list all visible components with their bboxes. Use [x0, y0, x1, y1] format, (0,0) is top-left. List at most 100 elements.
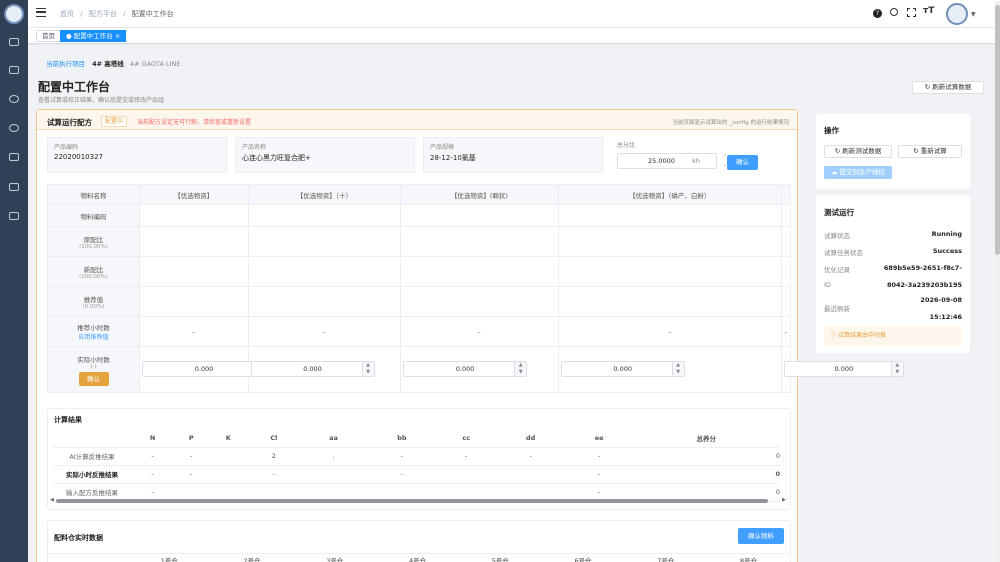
results-cell [209, 447, 248, 466]
fullscreen-icon[interactable] [907, 8, 916, 17]
avatar[interactable] [946, 3, 968, 25]
recalc-button[interactable]: ↻ 重新试算 [898, 145, 962, 158]
results-header: K [209, 429, 248, 448]
breadcrumb: 首页 / 配方平台 / 配置中工作台 [60, 10, 174, 18]
page-scrollbar-thumb[interactable] [995, 5, 1000, 255]
col-name-4: 【优选物资】（磷产，白粉） [557, 184, 782, 205]
material-code-cell [247, 204, 402, 227]
tab-home[interactable]: 首页 [36, 30, 61, 42]
actual-hours-cell: 0.000▲▼ [780, 346, 904, 393]
silo-header: 8号仓 [740, 557, 758, 562]
document-icon[interactable] [9, 66, 19, 74]
page-subtitle: 查看试算或校正结果，确认后提交或修改产品组 [38, 97, 165, 104]
apply-reco-link[interactable]: 应用推荐值 [48, 332, 139, 341]
logo[interactable] [4, 4, 24, 24]
row-label-recommended: 推荐值 (0.00%) [47, 286, 140, 317]
table-icon[interactable] [9, 183, 19, 191]
silo-header: 7号仓 [657, 557, 675, 562]
results-header: ee [565, 429, 633, 448]
actual-hours-input[interactable]: 0.000▲▼ [403, 361, 528, 377]
menu-toggle-icon[interactable] [36, 8, 46, 17]
actual-hours-cell: 0.000▲▼ [247, 346, 402, 393]
row-label-new-ratio: 新配比 (100.00%) [47, 256, 140, 287]
reco-hours-cell: - [139, 316, 249, 347]
scroll-right-icon[interactable]: ▶ [782, 497, 786, 503]
tab-workbench[interactable]: ● 配置中工作台 × [60, 30, 127, 42]
scroll-left-icon[interactable]: ◀ [50, 497, 54, 503]
refresh-button[interactable]: ↻ 刷新试算数据 [912, 81, 984, 94]
monitor-icon[interactable] [9, 153, 19, 161]
close-icon[interactable]: × [115, 32, 120, 40]
total-input[interactable]: 25.0000 kh [617, 153, 717, 169]
gear-icon[interactable] [9, 124, 19, 132]
col-name-2: 【优选物资】（十） [247, 184, 402, 205]
silo-header-row: 1号仓 2号仓 3号仓 4号仓 5号仓 6号仓 7号仓 8号仓 [48, 553, 790, 562]
results-header: P [173, 429, 210, 448]
product-name-value: 心连心黑力旺复合肥+ [242, 154, 311, 162]
col-name-1: 【优选物资】 [139, 184, 249, 205]
reco-hours-cell: - [247, 316, 402, 347]
results-title: 计算结果 [54, 416, 82, 424]
ops-title: 操作 [824, 126, 839, 135]
project-label: 当前执行项目 [46, 60, 85, 68]
results-panel: 计算结果 N P K Cl aa bb cc dd ee 总养分 AI计算反推结… [47, 408, 791, 510]
results-cell: - [565, 465, 633, 484]
actual-hours-input[interactable]: 0.000▲▼ [783, 361, 904, 377]
ratio-cell [400, 226, 559, 257]
reco-cell [247, 286, 402, 317]
ratio-cell [780, 256, 792, 287]
results-cell: 2 [247, 447, 301, 466]
results-cell: 0 [632, 447, 780, 466]
grid-icon[interactable] [9, 212, 19, 220]
material-code-cell [139, 204, 249, 227]
font-size-icon[interactable]: тT [923, 6, 934, 16]
results-table: N P K Cl aa bb cc dd ee 总养分 AI计算反推结果 - - [52, 429, 780, 502]
submit-production-button[interactable]: ☁ 提交到生产线控 [824, 166, 892, 179]
notice-banner: ⓘ 试算结果由中间推 [824, 326, 962, 346]
row-label-actual-hours: 实际小时数 (-) 确认 [47, 346, 140, 393]
silo-panel: 配料仓实时数据 确认物料 1号仓 2号仓 3号仓 4号仓 5号仓 6号仓 7号仓… [47, 520, 791, 562]
silo-header: 2号仓 [243, 557, 261, 562]
silo-title: 配料仓实时数据 [54, 534, 103, 542]
status-badge: 配置中 [101, 116, 128, 127]
material-code-cell [780, 204, 792, 227]
material-code-cell [557, 204, 782, 227]
search-icon[interactable] [890, 8, 898, 16]
product-code-label: 产品编码 [54, 144, 79, 151]
sidebar [0, 0, 28, 562]
results-cell: - [565, 447, 633, 466]
results-header: Cl [247, 429, 301, 448]
horizontal-scrollbar[interactable] [56, 499, 768, 503]
reco-cell [557, 286, 782, 317]
actual-hours-input[interactable]: 0.000▲▼ [250, 361, 375, 377]
ratio-cell [780, 226, 792, 257]
test-run-panel: 测试运行 试算状态 Running 试算任务状态 Success 优化记录 689b5… [816, 195, 970, 353]
refresh-test-data-button[interactable]: ↻ 刷新测试数据 [824, 145, 892, 158]
row-label-reco-hours: 推荐小时数 应用推荐值 [47, 316, 140, 347]
reco-cell [400, 286, 559, 317]
ratio-cell [139, 226, 249, 257]
col-name-5 [780, 184, 792, 205]
results-cell: - [173, 447, 210, 466]
breadcrumb-home[interactable]: 首页 [60, 10, 74, 18]
actual-confirm-button[interactable]: 确认 [78, 371, 109, 386]
silo-header: 3号仓 [326, 557, 344, 562]
dashboard-icon[interactable] [9, 38, 19, 46]
total-confirm-button[interactable]: 确认 [727, 155, 758, 170]
help-icon[interactable]: ? [873, 9, 882, 18]
shield-icon[interactable] [9, 95, 19, 103]
test-run-title: 测试运行 [824, 208, 854, 217]
table-row: 实际小时反推结果 - - - - - 0 [52, 465, 780, 484]
ratio-cell [247, 226, 402, 257]
actual-hours-input[interactable]: 0.000▲▼ [560, 361, 685, 377]
results-cell: - [366, 447, 438, 466]
ratio-cell [557, 226, 782, 257]
results-header: N [132, 429, 174, 448]
breadcrumb-platform[interactable]: 配方平台 [89, 10, 117, 18]
results-cell: - [437, 447, 496, 466]
confirm-material-button[interactable]: 确认物料 [738, 528, 784, 544]
results-cell: 0 [632, 465, 780, 484]
results-header [52, 429, 132, 448]
chevron-down-icon[interactable]: ▼ [971, 11, 976, 18]
product-spec-box: 产品规格 28-12-10氯基 [423, 137, 603, 173]
